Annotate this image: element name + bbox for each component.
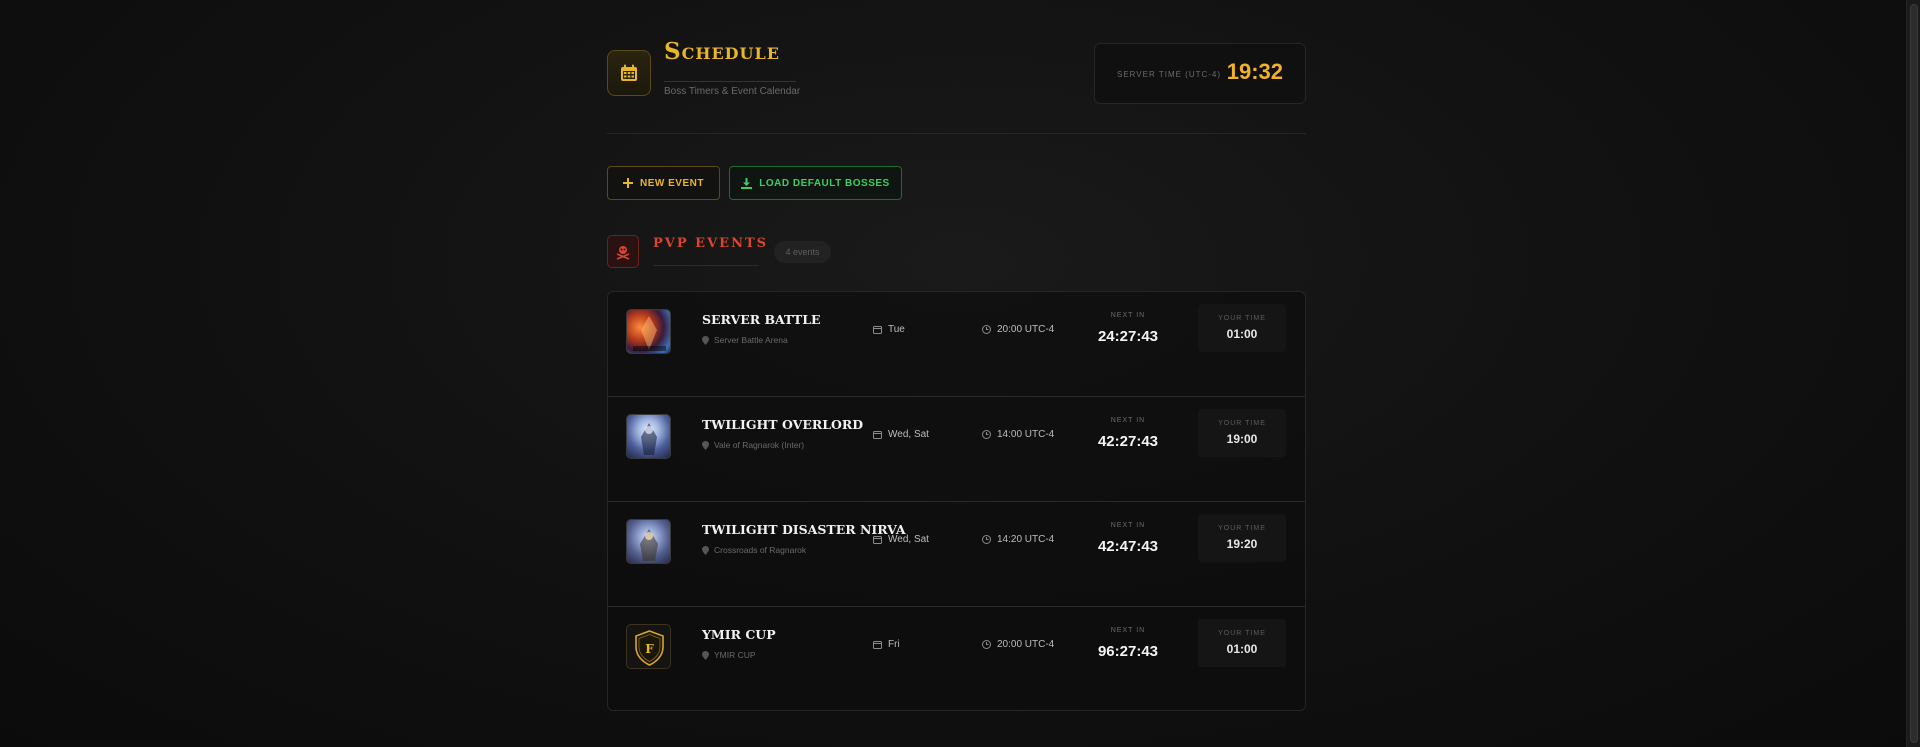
your-time-value: 19:20 [1226,537,1258,551]
your-time-box: YOUR TIME 19:20 [1198,514,1286,562]
next-in-label: NEXT IN [1110,312,1146,319]
title-underline [664,81,796,82]
scrollbar-thumb[interactable] [1910,4,1918,743]
next-in-countdown: 42:47:43 [1097,538,1159,555]
event-days: Wed, Sat [873,534,929,545]
event-time-text: 14:00 UTC-4 [997,429,1055,440]
event-row[interactable]: SERVER BATTLE Server Battle Arena Tue 20… [608,292,1305,397]
your-time-value: 01:00 [1226,327,1258,341]
calendar-small-icon [873,536,882,544]
event-row[interactable]: TWILIGHT OVERLORD Vale of Ragnarok (Inte… [608,397,1305,502]
new-event-button[interactable]: NEW EVENT [607,166,720,200]
event-location-text: Vale of Ragnarok (Inter) [714,440,805,450]
your-time-label: YOUR TIME [1218,630,1266,637]
twilight-overlord-thumbnail [626,414,671,459]
your-time-label: YOUR TIME [1218,315,1266,322]
section-title: PVP EVENTS [653,236,769,251]
calendar-small-icon [873,431,882,439]
skull-crossbones-icon [607,235,639,268]
event-location: Vale of Ragnarok (Inter) [702,440,804,450]
your-time-box: YOUR TIME 01:00 [1198,619,1286,667]
event-name: SERVER BATTLE [702,312,821,327]
new-event-label: NEW EVENT [640,177,704,189]
your-time-label: YOUR TIME [1218,420,1266,427]
load-default-bosses-label: LOAD DEFAULT BOSSES [759,177,890,189]
next-in-countdown: 42:27:43 [1097,433,1159,450]
section-underline [653,265,759,266]
event-days-text: Wed, Sat [888,534,929,545]
next-in-countdown: 96:27:43 [1097,643,1159,660]
event-days: Tue [873,324,905,335]
calendar-icon [607,50,651,96]
next-in-label: NEXT IN [1110,522,1146,529]
event-location: YMIR CUP [702,650,756,660]
clock-icon [982,640,991,649]
server-time-panel: SERVER TIME (UTC-4) 19:32 [1094,43,1306,104]
event-count-badge: 4 events [774,241,831,263]
event-time-text: 20:00 UTC-4 [997,324,1055,335]
clock-icon [982,535,991,544]
event-days-text: Tue [888,324,905,335]
your-time-box: YOUR TIME 19:00 [1198,409,1286,457]
server-time-label: SERVER TIME (UTC-4) [1117,70,1222,79]
shield-emblem-icon: F [626,624,671,669]
download-icon [741,177,753,189]
server-time-value: 19:32 [1226,59,1283,84]
calendar-small-icon [873,326,882,334]
location-pin-icon [702,545,709,555]
location-pin-icon [702,650,709,660]
load-default-bosses-button[interactable]: LOAD DEFAULT BOSSES [729,166,902,200]
event-time-text: 14:20 UTC-4 [997,534,1055,545]
event-time: 20:00 UTC-4 [982,324,1054,335]
schedule-page: Schedule Boss Timers & Event Calendar SE… [607,0,1306,711]
event-time: 14:20 UTC-4 [982,534,1054,545]
emblem-letter: F [645,642,654,656]
next-in-label: NEXT IN [1110,627,1146,634]
event-time-text: 20:00 UTC-4 [997,639,1055,650]
event-location: Crossroads of Ragnarok [702,545,806,555]
clock-icon [982,325,991,334]
next-in-label: NEXT IN [1110,417,1146,424]
event-location-text: Crossroads of Ragnarok [714,545,807,555]
your-time-value: 19:00 [1226,432,1258,446]
page-scrollbar[interactable] [1906,0,1920,747]
page-header: Schedule Boss Timers & Event Calendar SE… [607,0,1306,134]
server-battle-thumbnail [626,309,671,354]
clock-icon [982,430,991,439]
calendar-small-icon [873,641,882,649]
event-row[interactable]: F YMIR CUP YMIR CUP Fri 20:00 UTC-4 NEXT… [608,607,1305,712]
page-subtitle: Boss Timers & Event Calendar [664,86,801,97]
plus-icon [623,178,634,188]
event-name: YMIR CUP [702,627,776,642]
location-pin-icon [702,335,709,345]
event-location: Server Battle Arena [702,335,788,345]
event-time: 14:00 UTC-4 [982,429,1054,440]
event-days: Fri [873,639,900,650]
event-location-text: YMIR CUP [714,650,756,660]
next-in-countdown: 24:27:43 [1097,328,1159,345]
event-row[interactable]: TWILIGHT DISASTER NIRVA Crossroads of Ra… [608,502,1305,607]
your-time-box: YOUR TIME 01:00 [1198,304,1286,352]
location-pin-icon [702,440,709,450]
event-days-text: Wed, Sat [888,429,929,440]
event-location-text: Server Battle Arena [714,335,788,345]
event-days-text: Fri [888,639,900,650]
events-table: SERVER BATTLE Server Battle Arena Tue 20… [607,291,1306,711]
event-days: Wed, Sat [873,429,929,440]
event-name: TWILIGHT OVERLORD [702,417,864,432]
page-title: Schedule [664,38,780,65]
event-time: 20:00 UTC-4 [982,639,1054,650]
your-time-label: YOUR TIME [1218,525,1266,532]
twilight-disaster-thumbnail [626,519,671,564]
your-time-value: 01:00 [1226,642,1258,656]
